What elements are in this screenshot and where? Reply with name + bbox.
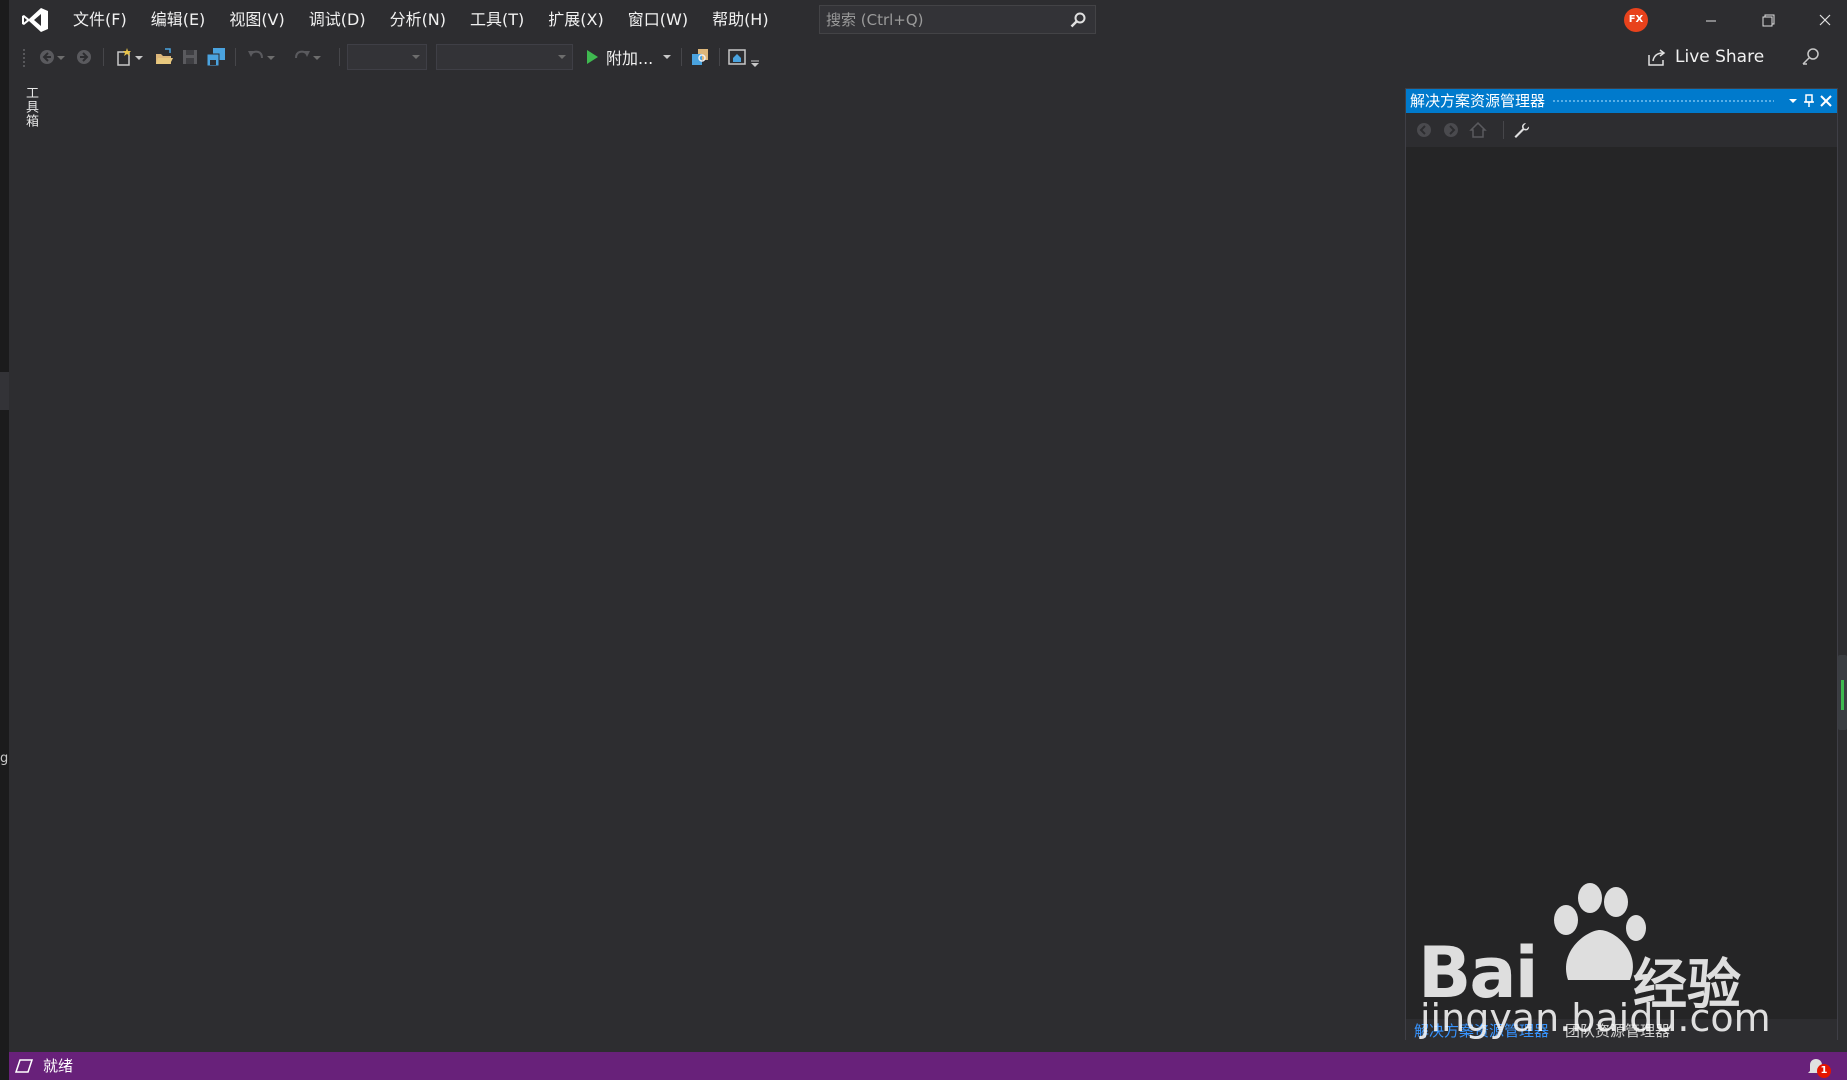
- start-page-button[interactable]: [726, 46, 748, 68]
- status-ready-icon: [15, 1059, 33, 1073]
- visual-studio-logo-icon[interactable]: [21, 7, 49, 33]
- close-icon[interactable]: [1797, 0, 1847, 40]
- chevron-down-icon: [57, 56, 65, 60]
- save-all-icon: [206, 48, 225, 67]
- attach-label: 附加...: [606, 49, 654, 68]
- feedback-icon[interactable]: [1800, 46, 1822, 68]
- back-dropdown-button[interactable]: [55, 46, 67, 68]
- title-bar: 文件(F) 编辑(E) 视图(V) 调试(D) 分析(N) 工具(T) 扩展(X…: [9, 0, 1847, 40]
- solution-platforms-combo[interactable]: [436, 44, 573, 70]
- watermark-url: jingyan.baidu.com: [1420, 996, 1771, 1040]
- quick-launch-search: [819, 5, 1096, 34]
- search-icon[interactable]: [1069, 11, 1087, 29]
- toolbox-tab[interactable]: 工具箱: [20, 86, 40, 136]
- chevron-down-icon: [267, 56, 275, 60]
- toolbar-separator: [1503, 121, 1504, 139]
- chevron-down-icon: [135, 56, 143, 60]
- play-icon: [587, 50, 598, 64]
- header-grip: [1552, 99, 1774, 104]
- solution-explorer-header[interactable]: 解决方案资源管理器: [1406, 89, 1837, 113]
- desktop-edge-glyph: g: [0, 751, 9, 766]
- scroll-indicator-bar: [1841, 680, 1844, 710]
- toolbar-separator: [719, 48, 720, 66]
- save-button[interactable]: [179, 46, 201, 68]
- undo-button[interactable]: [245, 46, 267, 68]
- save-all-button[interactable]: [205, 46, 227, 68]
- menu-file[interactable]: 文件(F): [61, 0, 139, 40]
- notification-badge: 1: [1817, 1064, 1831, 1078]
- overflow-chevron-icon: [751, 60, 759, 67]
- toolbar-separator: [339, 48, 340, 66]
- toolbar-options-button[interactable]: [749, 46, 761, 68]
- toolbar-grip[interactable]: [22, 48, 26, 68]
- menu-view[interactable]: 视图(V): [217, 0, 296, 40]
- live-share-label: Live Share: [1675, 47, 1765, 67]
- open-file-button[interactable]: [153, 46, 175, 68]
- desktop-edge-mark: [0, 372, 9, 410]
- navigate-forward-button[interactable]: [73, 46, 95, 68]
- redo-icon: [295, 50, 310, 59]
- menu-edit[interactable]: 编辑(E): [139, 0, 218, 40]
- right-edge-scroll-indicator[interactable]: [1838, 655, 1847, 730]
- toolbar-separator: [235, 48, 236, 66]
- main-menu: 文件(F) 编辑(E) 视图(V) 调试(D) 分析(N) 工具(T) 扩展(X…: [61, 0, 781, 40]
- desktop-left-edge: g: [0, 0, 9, 1080]
- status-text: 就绪: [43, 1057, 74, 1075]
- folder-open-icon: [156, 48, 173, 64]
- undo-dropdown-button[interactable]: [265, 46, 277, 68]
- account-avatar[interactable]: FX: [1624, 8, 1648, 32]
- toolbar-separator: [103, 48, 104, 66]
- solution-configurations-combo[interactable]: [347, 44, 427, 70]
- menu-extensions[interactable]: 扩展(X): [536, 0, 615, 40]
- find-in-files-button[interactable]: [689, 46, 711, 68]
- solution-explorer-tree[interactable]: [1406, 147, 1837, 1007]
- chevron-down-icon: [313, 56, 321, 60]
- chevron-down-icon: [558, 55, 566, 59]
- new-project-button[interactable]: [113, 46, 135, 68]
- status-bar: 就绪 1: [9, 1052, 1847, 1080]
- properties-wrench-icon[interactable]: [1512, 121, 1530, 139]
- forward-arrow-icon[interactable]: [1442, 121, 1460, 139]
- redo-dropdown-button[interactable]: [311, 46, 323, 68]
- baidu-paw-logo-icon: [1554, 883, 1646, 980]
- save-icon: [183, 50, 197, 64]
- find-in-files-icon: [692, 49, 708, 65]
- panel-title: 解决方案资源管理器: [1410, 92, 1546, 110]
- live-share-icon: [1648, 49, 1666, 66]
- visual-studio-window: g 文件(F) 编辑(E) 视图(V) 调试(D) 分析(N) 工具(T) 扩展…: [0, 0, 1847, 1080]
- menu-help[interactable]: 帮助(H): [700, 0, 781, 40]
- search-input[interactable]: [820, 6, 1060, 33]
- menu-tools[interactable]: 工具(T): [458, 0, 536, 40]
- notifications-button[interactable]: 1: [1805, 1056, 1831, 1078]
- chevron-down-icon[interactable]: [663, 55, 672, 59]
- toolbar-separator: [681, 48, 682, 66]
- attach-button[interactable]: 附加...: [583, 44, 672, 70]
- close-panel-icon[interactable]: [1817, 92, 1835, 110]
- solution-explorer-toolbar: [1406, 113, 1837, 147]
- pin-icon[interactable]: [1800, 92, 1818, 110]
- live-share-button[interactable]: Live Share: [1647, 44, 1764, 70]
- baidu-watermark: Bai 经验 jingyan.baidu.com: [1418, 880, 1771, 1040]
- home-icon[interactable]: [1469, 121, 1487, 139]
- redo-button[interactable]: [291, 46, 313, 68]
- standard-toolbar: 附加...: [9, 40, 1847, 74]
- minimize-icon[interactable]: [1683, 0, 1739, 40]
- restore-icon[interactable]: [1740, 0, 1796, 40]
- undo-icon: [248, 50, 263, 59]
- menu-debug[interactable]: 调试(D): [297, 0, 378, 40]
- forward-arrow-icon: [77, 50, 91, 64]
- new-project-icon: [117, 48, 131, 66]
- new-project-dropdown-button[interactable]: [133, 46, 145, 68]
- chevron-down-icon: [412, 55, 420, 59]
- menu-window[interactable]: 窗口(W): [616, 0, 700, 40]
- back-arrow-icon[interactable]: [1415, 121, 1433, 139]
- menu-analyze[interactable]: 分析(N): [378, 0, 458, 40]
- home-window-icon: [728, 49, 746, 65]
- toolbox-tab-label: 工具箱: [23, 86, 38, 128]
